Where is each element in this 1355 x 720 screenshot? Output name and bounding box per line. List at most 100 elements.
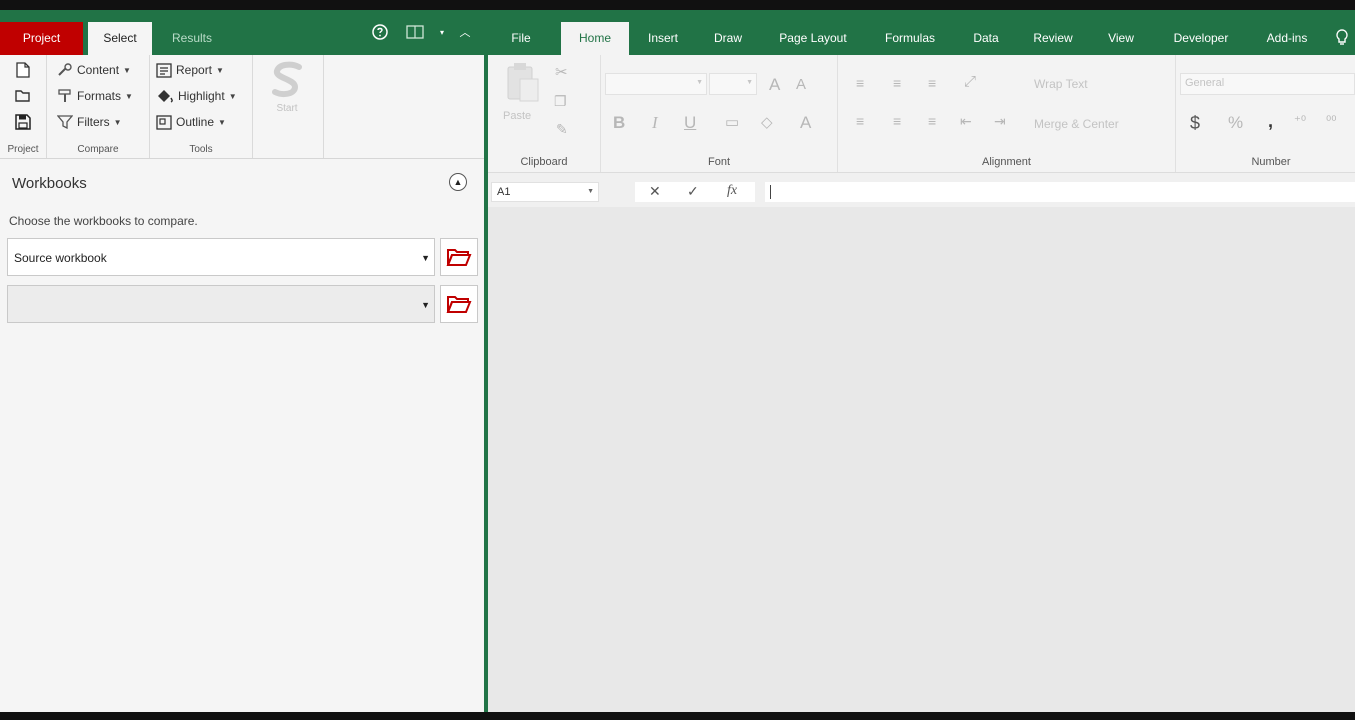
percent-button[interactable]: %	[1228, 113, 1243, 133]
new-file-icon	[16, 62, 30, 78]
bold-button[interactable]: B	[613, 113, 625, 133]
enter-formula-button[interactable]: ✓	[687, 183, 699, 200]
collapse-panel-button[interactable]: ▲	[449, 173, 467, 191]
decrease-indent-icon[interactable]: ⇤	[960, 113, 972, 130]
font-size-select[interactable]: ▼	[709, 73, 757, 95]
align-center-icon[interactable]: ≡	[893, 113, 901, 129]
view-toggle-button[interactable]	[404, 22, 426, 42]
currency-button[interactable]: $	[1190, 113, 1200, 134]
align-top-icon[interactable]: ≡	[856, 75, 864, 91]
orientation-icon[interactable]: ⤢	[964, 73, 976, 90]
tab-page-layout[interactable]: Page Layout	[760, 22, 866, 55]
filters-button[interactable]: Filters ▼	[57, 111, 122, 133]
compare-group-label: Compare	[77, 144, 119, 155]
paste-label[interactable]: Paste	[503, 110, 531, 122]
format-painter-icon[interactable]: ✎	[556, 121, 568, 138]
comma-button[interactable]: ,	[1268, 111, 1273, 132]
tab-file[interactable]: File	[500, 22, 542, 55]
align-left-icon[interactable]: ≡	[856, 113, 864, 129]
filter-icon	[57, 115, 73, 129]
chevron-up-icon: ︿	[459, 27, 471, 39]
chevron-down-icon: ▼	[113, 117, 122, 127]
wrap-text-button[interactable]: Wrap Text	[1034, 77, 1088, 91]
number-group-label: Number	[1251, 156, 1291, 168]
alignment-group: ≡ ≡ ≡ ⤢ Wrap Text ≡ ≡ ≡ ⇤ ⇥ Merge & Cent…	[838, 55, 1176, 172]
highlight-label: Highlight	[178, 89, 225, 103]
tab-insert[interactable]: Insert	[634, 22, 692, 55]
chevron-down-icon: ▼	[696, 79, 703, 86]
highlight-button[interactable]: Highlight ▼	[156, 85, 237, 107]
underline-button[interactable]: U	[684, 113, 696, 133]
tab-data[interactable]: Data	[958, 22, 1014, 55]
tab-home[interactable]: Home	[561, 22, 629, 55]
report-button[interactable]: Report ▼	[156, 59, 224, 81]
formula-bar: A1 ▼ ✕ ✓ fx	[488, 173, 1355, 207]
target-workbook-select[interactable]: ▼	[7, 285, 435, 323]
help-button[interactable]	[370, 22, 390, 42]
align-bottom-icon[interactable]: ≡	[928, 75, 936, 91]
font-color-button[interactable]: A	[800, 113, 811, 133]
folder-open-icon	[446, 249, 472, 266]
tell-me-button[interactable]	[1333, 28, 1351, 48]
new-project-button[interactable]	[12, 59, 34, 81]
shrink-font-icon[interactable]: A	[796, 76, 806, 93]
increase-decimal-icon[interactable]: ⁺⁰	[1294, 113, 1306, 129]
tab-draw[interactable]: Draw	[700, 22, 756, 55]
formula-input[interactable]	[765, 182, 1355, 202]
chevron-down-icon: ▼	[228, 91, 237, 101]
help-icon	[372, 24, 388, 40]
tab-select[interactable]: Select	[88, 22, 152, 55]
cancel-formula-button[interactable]: ✕	[649, 183, 661, 200]
copy-icon[interactable]: ❐	[554, 93, 567, 110]
alignment-group-label: Alignment	[982, 156, 1031, 168]
increase-indent-icon[interactable]: ⇥	[994, 113, 1006, 130]
merge-center-button[interactable]: Merge & Center	[1034, 117, 1119, 131]
align-right-icon[interactable]: ≡	[928, 113, 936, 129]
save-project-button[interactable]	[12, 111, 34, 133]
window-top-edge	[0, 0, 1355, 10]
font-name-select[interactable]: ▼	[605, 73, 707, 95]
paint-bucket-icon	[158, 89, 173, 103]
tab-add-ins[interactable]: Add-ins	[1250, 22, 1324, 55]
tab-developer[interactable]: Developer	[1156, 22, 1246, 55]
cut-icon[interactable]: ✂	[555, 63, 568, 81]
content-button[interactable]: Content ▼	[57, 59, 131, 81]
insert-function-button[interactable]: fx	[727, 183, 737, 199]
browse-source-button[interactable]	[440, 238, 478, 276]
start-label: Start	[276, 103, 298, 114]
browse-target-button[interactable]	[440, 285, 478, 323]
align-middle-icon[interactable]: ≡	[893, 75, 901, 91]
name-box[interactable]: A1 ▼	[491, 182, 599, 202]
start-compare-button[interactable]: Start	[261, 61, 313, 121]
number-group: General $ % , ⁺⁰ ⁰⁰ Number	[1176, 55, 1355, 172]
report-label: Report	[176, 63, 213, 77]
chevron-down-icon: ▼	[216, 65, 224, 75]
number-format-select[interactable]: General	[1180, 73, 1355, 95]
folder-open-icon	[15, 90, 30, 102]
outline-button[interactable]: Outline ▼	[156, 111, 226, 133]
customize-dropdown[interactable]: ▾	[436, 22, 448, 42]
grow-font-icon[interactable]: A	[769, 75, 780, 95]
borders-icon[interactable]: ▭	[725, 113, 739, 131]
source-workbook-select[interactable]: Source workbook ▼	[7, 238, 435, 276]
italic-button[interactable]: I	[652, 113, 658, 133]
formula-buttons: ✕ ✓ fx	[635, 182, 755, 202]
open-project-button[interactable]	[12, 85, 34, 107]
name-box-value: A1	[497, 186, 511, 198]
formats-button[interactable]: Formats ▼	[57, 85, 133, 107]
collapse-ribbon-button[interactable]: ︿	[456, 22, 474, 42]
chevron-down-icon: ▼	[123, 65, 131, 75]
tab-project[interactable]: Project	[0, 22, 83, 55]
worksheet-area[interactable]	[488, 207, 1355, 712]
compare-group: Content ▼ Formats ▼ Filters ▼ Compare	[47, 55, 150, 158]
tab-review[interactable]: Review	[1020, 22, 1086, 55]
window-bottom-edge	[0, 712, 1355, 720]
font-group-label: Font	[707, 156, 730, 168]
decrease-decimal-icon[interactable]: ⁰⁰	[1326, 113, 1336, 129]
tab-formulas[interactable]: Formulas	[868, 22, 952, 55]
tab-results[interactable]: Results	[160, 22, 224, 55]
tab-view[interactable]: View	[1094, 22, 1148, 55]
fill-color-icon[interactable]: ◇	[761, 113, 773, 131]
panel-description: Choose the workbooks to compare.	[9, 214, 198, 228]
book-icon	[406, 25, 424, 39]
